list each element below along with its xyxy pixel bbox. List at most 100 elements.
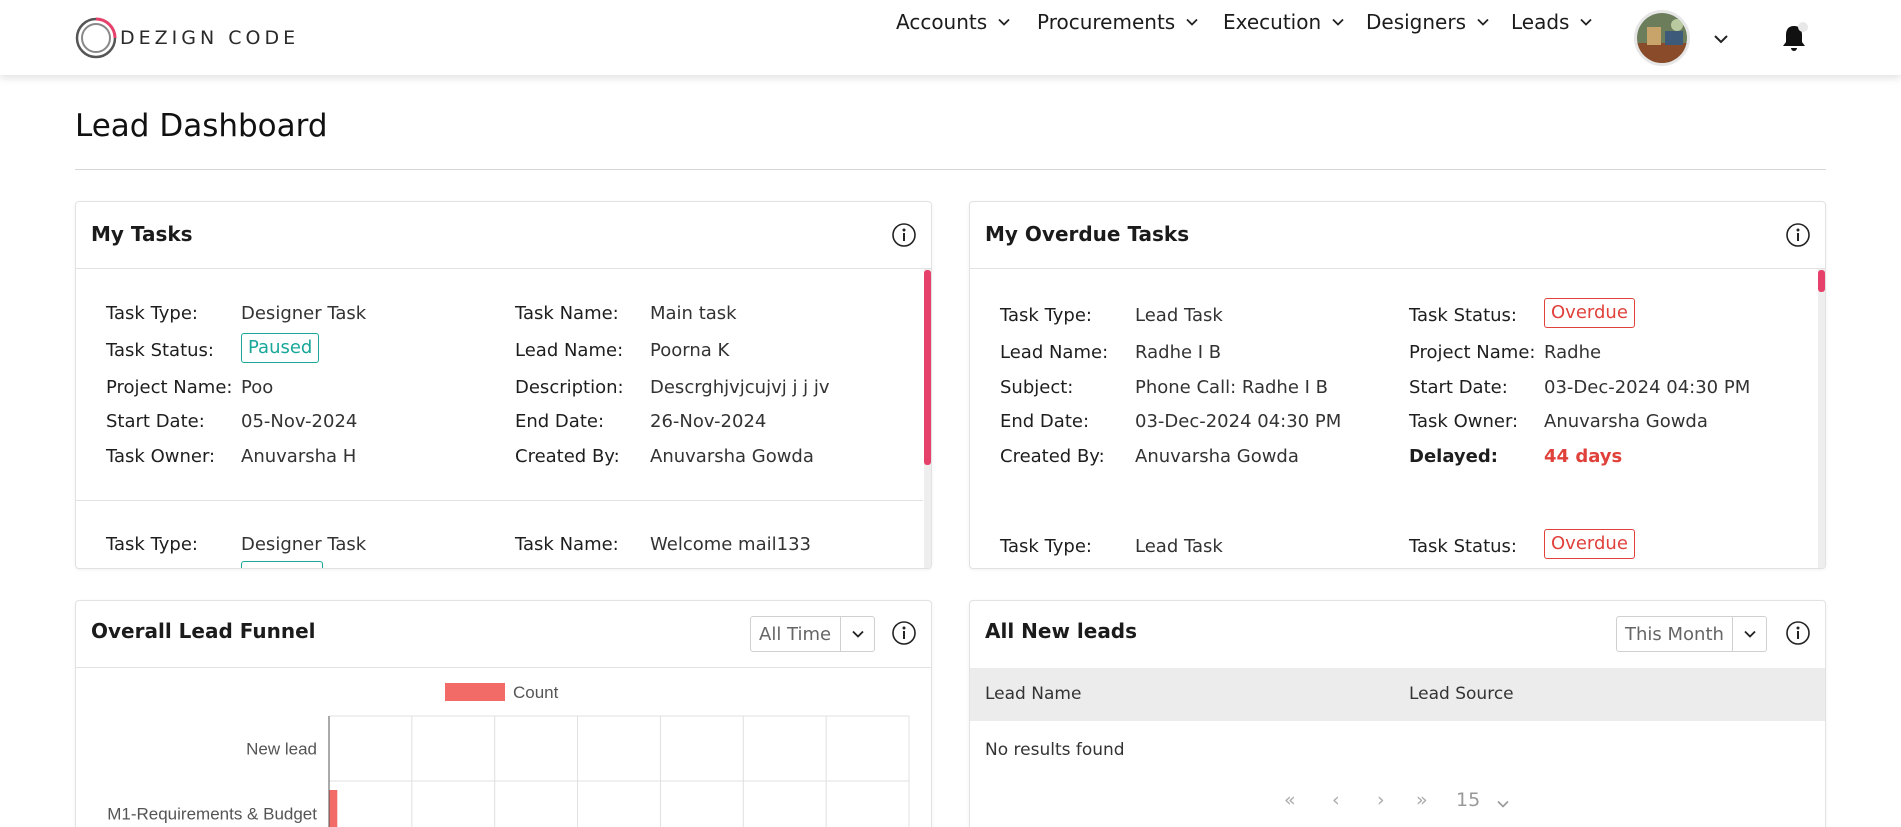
status-badge: Overdue	[1544, 529, 1635, 559]
user-menu-chevron-icon[interactable]	[1712, 30, 1730, 48]
overdue-tasks-list[interactable]: Task Type: Lead Task Lead Name: Radhe I …	[970, 269, 1825, 568]
field-label: Task Name:	[515, 303, 619, 324]
card-title: My Overdue Tasks	[985, 222, 1190, 246]
field-label: Subject:	[1000, 377, 1074, 398]
field-value: Designer Task	[241, 303, 367, 324]
nav-leads[interactable]: Leads	[1511, 7, 1593, 37]
user-avatar[interactable]	[1634, 10, 1690, 66]
field-label: Created By:	[515, 446, 620, 467]
status-badge	[241, 561, 323, 568]
my-tasks-list[interactable]: Task Type: Designer Task Task Status: Pa…	[76, 269, 931, 568]
field-label: Lead Name:	[515, 340, 624, 361]
field-value: Anuvarsha Gowda	[1135, 446, 1299, 467]
field-label: Task Status:	[1409, 536, 1517, 557]
select-value: All Time	[759, 623, 832, 645]
column-header[interactable]: Lead Source	[1409, 684, 1514, 704]
nav-procurements[interactable]: Procurements	[1037, 7, 1199, 37]
nav-designers[interactable]: Designers	[1366, 7, 1490, 37]
chevron-down-icon	[998, 18, 1010, 26]
select-toggle[interactable]	[1732, 617, 1766, 651]
card-header: Overall Lead Funnel All Time	[76, 601, 931, 668]
nav-designers-label: Designers	[1366, 10, 1466, 34]
field-label: Task Type:	[106, 303, 198, 324]
title-divider	[75, 169, 1826, 170]
bar	[329, 790, 338, 827]
column-header[interactable]: Lead Name	[985, 684, 1081, 704]
table-header: Lead Name Lead Source	[970, 668, 1825, 721]
field-value: Welcome mail133	[650, 534, 811, 555]
last-page-button[interactable]: »	[1416, 789, 1428, 811]
field-value: Main task	[650, 303, 737, 324]
my-overdue-tasks-card: My Overdue Tasks Task Type: Lead Task Le…	[969, 201, 1826, 569]
field-label: Task Type:	[106, 534, 198, 555]
legend-swatch	[445, 683, 505, 701]
scrollbar[interactable]	[1818, 269, 1825, 568]
field-value: Anuvarsha Gowda	[650, 446, 814, 467]
lead-funnel-card: Overall Lead Funnel All Time Count New le…	[75, 600, 932, 827]
prev-page-button[interactable]: ‹	[1332, 789, 1340, 811]
field-label: End Date:	[1000, 411, 1090, 432]
nav-execution[interactable]: Execution	[1223, 7, 1345, 37]
list-item: Task Type: Designer Task Task Status: Pa…	[76, 269, 923, 499]
field-value: 26-Nov-2024	[650, 411, 767, 432]
first-page-button[interactable]: «	[1284, 789, 1296, 811]
empty-state-text: No results found	[985, 740, 1125, 760]
field-label: Task Status:	[106, 340, 214, 361]
brand-logo[interactable]: DEZIGN CODE	[74, 16, 299, 60]
category-label: New lead	[246, 740, 317, 759]
scrollbar-thumb[interactable]	[1818, 270, 1825, 292]
info-icon[interactable]	[1785, 222, 1811, 248]
field-value: Lead Task	[1135, 536, 1223, 557]
nav-procurements-label: Procurements	[1037, 10, 1176, 34]
field-value: Anuvarsha Gowda	[1544, 411, 1708, 432]
field-value: Radhe I B	[1135, 342, 1222, 363]
logo-text: DEZIGN CODE	[120, 27, 300, 49]
my-tasks-card: My Tasks Task Type: Designer Task Task S…	[75, 201, 932, 569]
page-title: Lead Dashboard	[75, 108, 328, 144]
list-item: Task Type: Designer Task Task Name: Welc…	[76, 500, 923, 568]
field-label: Task Type:	[1000, 305, 1092, 326]
field-label: Task Type:	[1000, 536, 1092, 557]
list-item: Task Type: Lead Task Task Status: Overdu…	[970, 500, 1817, 568]
status-badge: Paused	[241, 333, 320, 363]
field-value: 03-Dec-2024 04:30 PM	[1544, 377, 1751, 398]
field-value: Poo	[241, 377, 274, 398]
select-value: This Month	[1625, 623, 1724, 645]
nav-accounts[interactable]: Accounts	[896, 7, 1011, 37]
delayed-value: 44 days	[1544, 446, 1623, 467]
card-header: My Overdue Tasks	[970, 202, 1825, 269]
period-select[interactable]: This Month	[1616, 616, 1767, 652]
field-label: End Date:	[515, 411, 605, 432]
field-value: 05-Nov-2024	[241, 411, 358, 432]
next-page-button[interactable]: ›	[1377, 789, 1385, 811]
page-size-select[interactable]: 15	[1456, 789, 1480, 811]
info-icon[interactable]	[891, 222, 917, 248]
scrollbar[interactable]	[924, 269, 931, 568]
avatar-image	[1637, 13, 1687, 63]
field-label: Created By:	[1000, 446, 1105, 467]
new-leads-card: All New leads This Month Lead Name Lead …	[969, 600, 1826, 827]
info-icon[interactable]	[1785, 620, 1811, 646]
field-value: Anuvarsha H	[241, 446, 357, 467]
card-title: Overall Lead Funnel	[91, 619, 316, 643]
field-label: Lead Name:	[1000, 342, 1109, 363]
nav-accounts-label: Accounts	[896, 10, 988, 34]
field-value: Phone Call: Radhe I B	[1135, 377, 1329, 398]
field-label: Description:	[515, 377, 624, 398]
field-label: Task Owner:	[106, 446, 216, 467]
select-toggle[interactable]	[840, 617, 874, 651]
status-badge: Overdue	[1544, 298, 1635, 328]
field-value: Designer Task	[241, 534, 367, 555]
field-label: Task Owner:	[1409, 411, 1519, 432]
notification-bell-icon[interactable]	[1779, 20, 1809, 54]
chevron-down-icon[interactable]	[1496, 797, 1510, 811]
card-header: My Tasks	[76, 202, 931, 269]
field-label: Task Status:	[1409, 305, 1517, 326]
scrollbar-thumb[interactable]	[924, 270, 931, 465]
chevron-down-icon	[1743, 630, 1756, 638]
info-icon[interactable]	[891, 620, 917, 646]
field-label: Delayed:	[1409, 446, 1498, 467]
time-range-select[interactable]: All Time	[750, 616, 875, 652]
field-value: Radhe	[1544, 342, 1602, 363]
funnel-chart: Count New lead M1-Requirements & Budget	[107, 683, 910, 827]
